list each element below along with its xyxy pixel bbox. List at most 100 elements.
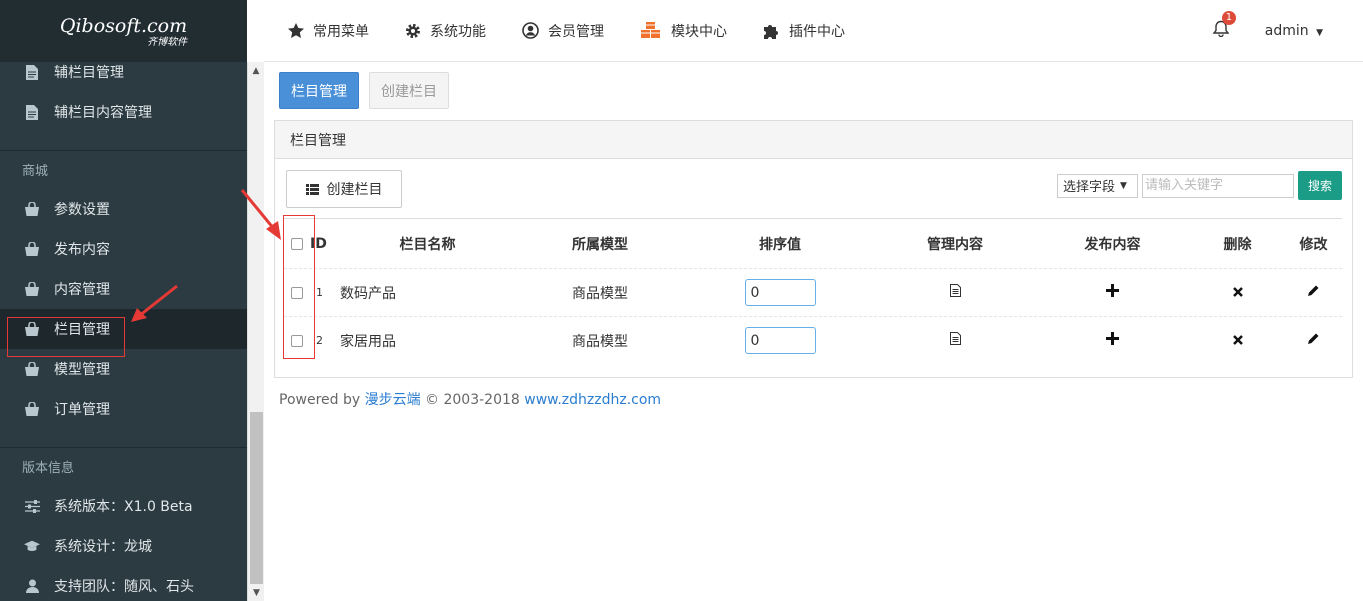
col-header-delete: 删除 bbox=[1223, 236, 1252, 253]
sidebar-item-design[interactable]: 系统设计：龙城 bbox=[0, 526, 247, 566]
topnav-plugins[interactable]: 插件中心 bbox=[763, 21, 845, 41]
search-area: 选择字段 ▼ 搜索 bbox=[1057, 171, 1342, 200]
section-header-version: 版本信息 bbox=[22, 460, 75, 476]
field-select[interactable]: 选择字段 ▼ bbox=[1057, 173, 1138, 198]
sidebar-item-publish[interactable]: 发布内容 bbox=[0, 229, 247, 269]
footer-site-link[interactable]: www.zdhzzdhz.com bbox=[524, 392, 661, 408]
user-menu[interactable]: admin ▼ bbox=[1265, 23, 1323, 39]
topnav-favorites[interactable]: 常用菜单 bbox=[288, 21, 369, 41]
footer-brand-link[interactable]: 漫步云端 bbox=[365, 392, 421, 408]
user-circle-icon bbox=[522, 22, 539, 39]
pencil-icon[interactable] bbox=[1307, 284, 1320, 301]
cell-model: 商品模型 bbox=[572, 333, 628, 350]
document-icon[interactable] bbox=[949, 284, 961, 301]
gear-icon bbox=[405, 23, 421, 39]
create-column-button[interactable]: 创建栏目 bbox=[286, 170, 402, 208]
topnav-label: 插件中心 bbox=[789, 23, 845, 40]
col-header-publish: 发布内容 bbox=[1084, 236, 1141, 253]
star-icon bbox=[288, 23, 304, 38]
sidebar-scrollbar[interactable]: ▲ ▼ bbox=[247, 62, 264, 601]
topnav-label: 系统功能 bbox=[430, 23, 486, 40]
graduation-cap-icon bbox=[24, 540, 40, 553]
document-icon bbox=[24, 64, 40, 80]
tab-create-column[interactable]: 创建栏目 bbox=[369, 72, 449, 109]
puzzle-icon bbox=[763, 22, 780, 39]
sidebar-item-label: 内容管理 bbox=[54, 282, 110, 298]
sidebar-item-aux-content-manage[interactable]: 辅栏目内容管理 bbox=[0, 92, 247, 132]
notification-badge: 1 bbox=[1221, 11, 1237, 25]
bag-icon bbox=[24, 202, 40, 216]
user-name: admin bbox=[1264, 22, 1309, 39]
close-icon[interactable] bbox=[1232, 285, 1243, 301]
topnav-members[interactable]: 会员管理 bbox=[522, 21, 604, 41]
plus-icon[interactable] bbox=[1106, 284, 1119, 301]
sidebar-item-column-manage[interactable]: 栏目管理 bbox=[0, 309, 247, 349]
col-header-model: 所属模型 bbox=[572, 236, 628, 253]
document-icon[interactable] bbox=[949, 332, 961, 349]
cell-name: 数码产品 bbox=[340, 285, 396, 302]
section-header-mall: 商城 bbox=[22, 163, 49, 179]
scrollbar-thumb[interactable] bbox=[250, 412, 263, 584]
sidebar-item-label: 订单管理 bbox=[54, 402, 110, 418]
select-all-checkbox[interactable] bbox=[291, 237, 303, 250]
col-header-edit: 修改 bbox=[1299, 236, 1328, 253]
topnav-label: 模块中心 bbox=[671, 23, 727, 40]
column-panel: 栏目管理 创建栏目 选择字段 ▼ 搜索 ID 栏目名称 所属模型 排序值 管理内… bbox=[274, 120, 1353, 378]
caret-down-icon: ▼ bbox=[1316, 27, 1323, 38]
tab-bar: 栏目管理 创建栏目 bbox=[279, 72, 459, 109]
bag-icon bbox=[24, 282, 40, 296]
pencil-icon[interactable] bbox=[1307, 332, 1320, 349]
keyword-input[interactable] bbox=[1142, 173, 1294, 198]
scroll-down-arrow-icon[interactable]: ▼ bbox=[248, 584, 265, 601]
sidebar-item-label: 发布内容 bbox=[54, 242, 110, 258]
topnav-modules[interactable]: 模块中心 bbox=[640, 21, 727, 41]
tab-column-manage[interactable]: 栏目管理 bbox=[279, 72, 359, 109]
footer: Powered by 漫步云端 © 2003-2018 www.zdhzzdhz… bbox=[279, 389, 661, 409]
user-icon bbox=[24, 579, 40, 593]
sidebar-item-order-manage[interactable]: 订单管理 bbox=[0, 389, 247, 429]
top-navbar: 常用菜单 系统功能 会员管理 模块中心 插件中心 1 admin ▼ bbox=[264, 0, 1363, 62]
sidebar-item-params[interactable]: 参数设置 bbox=[0, 189, 247, 229]
sidebar-item-label: 支持团队：随风、石头 bbox=[54, 579, 194, 595]
scroll-up-arrow-icon[interactable]: ▲ bbox=[248, 62, 264, 79]
sidebar-item-label: 参数设置 bbox=[54, 202, 110, 218]
sort-input[interactable]: 0 bbox=[744, 279, 816, 306]
search-button[interactable]: 搜索 bbox=[1298, 171, 1342, 200]
sort-input[interactable]: 0 bbox=[744, 327, 816, 354]
col-header-manage: 管理内容 bbox=[927, 236, 983, 253]
sidebar-item-label: 辅栏目管理 bbox=[54, 65, 124, 81]
notifications-button[interactable]: 1 bbox=[1212, 11, 1237, 41]
row-checkbox[interactable] bbox=[291, 286, 303, 299]
bag-icon bbox=[24, 242, 40, 256]
sidebar-item-content-manage[interactable]: 内容管理 bbox=[0, 269, 247, 309]
footer-prefix: Powered by bbox=[279, 392, 365, 408]
panel-title: 栏目管理 bbox=[275, 121, 1352, 159]
sidebar-item-aux-column-manage[interactable]: 辅栏目管理 bbox=[0, 52, 247, 92]
sidebar-item-label: 辅栏目内容管理 bbox=[54, 105, 152, 121]
sidebar: Qibosoft.com 齐博软件 辅栏目管理 辅栏目内容管理 商城 参数设置 … bbox=[0, 0, 247, 601]
sidebar-item-model-manage[interactable]: 模型管理 bbox=[0, 349, 247, 389]
sidebar-item-label: 栏目管理 bbox=[54, 322, 110, 338]
table-header-row: ID 栏目名称 所属模型 排序值 管理内容 发布内容 删除 修改 bbox=[284, 218, 1342, 268]
topnav-label: 会员管理 bbox=[548, 23, 604, 40]
list-icon bbox=[305, 183, 319, 195]
cubes-icon bbox=[640, 22, 662, 39]
cell-name: 家居用品 bbox=[340, 333, 396, 350]
field-select-value: 选择字段 bbox=[1063, 180, 1116, 195]
topnav-label: 常用菜单 bbox=[313, 23, 369, 40]
cell-model: 商品模型 bbox=[572, 285, 628, 302]
cell-id: 2 bbox=[316, 334, 323, 347]
row-checkbox[interactable] bbox=[291, 334, 303, 347]
main-content: 栏目管理 创建栏目 栏目管理 创建栏目 选择字段 ▼ 搜索 ID 栏目名称 所属… bbox=[264, 62, 1363, 601]
sidebar-item-label: 系统版本：X1.0 Beta bbox=[54, 499, 193, 515]
document-icon bbox=[24, 104, 40, 120]
col-header-id: ID bbox=[310, 235, 327, 252]
sidebar-item-version[interactable]: 系统版本：X1.0 Beta bbox=[0, 486, 247, 526]
topnav-system[interactable]: 系统功能 bbox=[405, 21, 486, 41]
bag-icon bbox=[24, 322, 40, 336]
bag-icon bbox=[24, 362, 40, 376]
plus-icon[interactable] bbox=[1106, 332, 1119, 349]
sidebar-item-team[interactable]: 支持团队：随风、石头 bbox=[0, 566, 247, 601]
close-icon[interactable] bbox=[1232, 333, 1243, 349]
table-row: 2 家居用品 商品模型 0 bbox=[284, 316, 1342, 364]
